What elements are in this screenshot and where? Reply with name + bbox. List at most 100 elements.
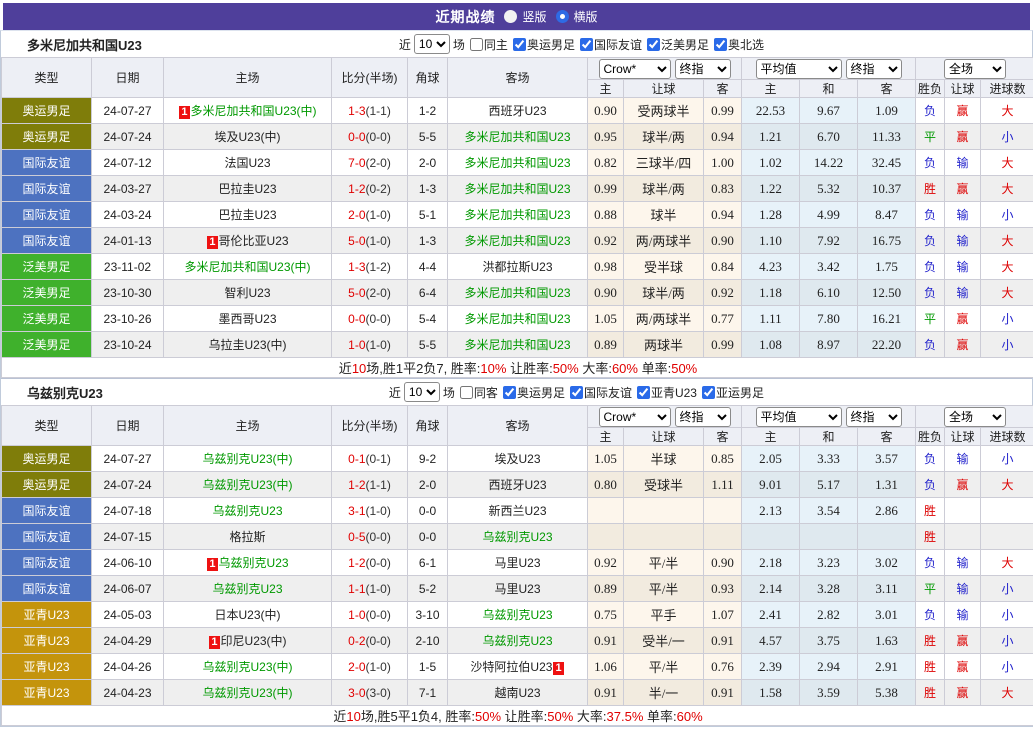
comp-checkbox-1[interactable] — [503, 386, 516, 399]
match-row: 国际友谊24-07-15格拉斯0-5(0-0)0-0乌兹别克U23胜 — [2, 524, 1033, 550]
date-cell: 24-04-23 — [92, 680, 164, 706]
bookmaker-select[interactable]: Crow* — [599, 407, 671, 427]
match-row: 泛美男足23-11-02多米尼加共和国U23(中)1-3(1-2)4-4洪都拉斯… — [2, 254, 1033, 280]
halftime-score: (0-0) — [366, 608, 391, 622]
handicap-line-cell: 平/半 — [624, 576, 704, 602]
team-name-text: 乌兹别克U23(中) — [202, 660, 292, 674]
result-goals-cell: 大 — [981, 472, 1033, 498]
sub-home-odds: 主 — [588, 428, 624, 446]
result-goals-cell: 小 — [981, 654, 1033, 680]
rank-badge: 1 — [207, 558, 217, 571]
result-outcome-cell: 负 — [916, 332, 945, 358]
score-cell: 7-0(2-0) — [332, 150, 408, 176]
home-team-cell: 智利U23 — [164, 280, 332, 306]
sub-avg-draw: 和 — [800, 428, 858, 446]
layout-radio-horizontal[interactable]: 横版 — [556, 8, 598, 25]
avg-draw-cell: 2.94 — [800, 654, 858, 680]
col-corner: 角球 — [408, 406, 448, 446]
team-name-text: 法国U23 — [224, 156, 270, 170]
team-name-text: 沙特阿拉伯U23 — [470, 660, 552, 674]
scope-select[interactable]: 全场 — [944, 407, 1006, 427]
home-team-cell: 埃及U23(中) — [164, 124, 332, 150]
avg-away-cell — [858, 524, 916, 550]
home-team-cell: 乌兹别克U23 — [164, 576, 332, 602]
summary-value: 10% — [480, 361, 506, 376]
comp-checkbox-4[interactable] — [714, 38, 727, 51]
date-cell: 24-07-18 — [92, 498, 164, 524]
team-section-2: 乌兹别克U23 近 10 场 同客 奥运男足 国际友谊 亚青U23 亚运男足 — [1, 378, 1032, 726]
rank-badge: 1 — [209, 636, 219, 649]
sub-goals: 进球数 — [981, 428, 1033, 446]
matches-table: 类型 日期 主场 比分(半场) 角球 客场 Crow*终指 平均值终指 全场 — [1, 57, 1033, 378]
summary-value: 50% — [671, 361, 697, 376]
avg-home-cell — [742, 524, 800, 550]
score-cell: 0-5(0-0) — [332, 524, 408, 550]
comp-checkbox-1[interactable] — [513, 38, 526, 51]
away-team-cell: 埃及U23 — [448, 446, 588, 472]
avg-time-select[interactable]: 终指 — [846, 407, 902, 427]
avg-draw-cell: 3.59 — [800, 680, 858, 706]
sub-handicap: 让球 — [624, 428, 704, 446]
fulltime-score: 0-1 — [348, 452, 365, 466]
result-outcome-cell: 负 — [916, 254, 945, 280]
home-team-cell: 乌拉圭U23(中) — [164, 332, 332, 358]
halftime-score: (0-1) — [366, 452, 391, 466]
halftime-score: (2-0) — [366, 156, 391, 170]
score-cell: 2-0(1-0) — [332, 202, 408, 228]
avg-away-cell: 22.20 — [858, 332, 916, 358]
same-home-checkbox[interactable] — [470, 38, 483, 51]
team-name-text: 埃及U23 — [494, 452, 540, 466]
handicap-line-cell: 平/半 — [624, 550, 704, 576]
result-goals-cell: 小 — [981, 332, 1033, 358]
result-outcome-cell: 负 — [916, 446, 945, 472]
corner-cell: 3-10 — [408, 602, 448, 628]
handicap-away-odds-cell: 0.92 — [704, 280, 742, 306]
result-outcome-cell: 胜 — [916, 498, 945, 524]
fulltime-score: 1-0 — [348, 608, 365, 622]
radio-vertical-label: 竖版 — [522, 8, 546, 25]
avg-draw-cell: 3.33 — [800, 446, 858, 472]
sub-avg-away: 客 — [858, 80, 916, 98]
avg-type-select[interactable]: 平均值 — [756, 59, 842, 79]
avg-time-select[interactable]: 终指 — [846, 59, 902, 79]
comp-checkbox-3[interactable] — [647, 38, 660, 51]
same-away-checkbox[interactable] — [460, 386, 473, 399]
filter-bar: 近 10 场 同客 奥运男足 国际友谊 亚青U23 亚运男足 — [389, 382, 764, 402]
radio-checked-icon[interactable] — [556, 10, 569, 23]
handicap-home-odds-cell: 0.82 — [588, 150, 624, 176]
home-team-cell: 格拉斯 — [164, 524, 332, 550]
comp-checkbox-2[interactable] — [570, 386, 583, 399]
team-name-text: 日本U23(中) — [214, 608, 280, 622]
radio-unchecked-icon[interactable] — [504, 10, 517, 23]
comp-checkbox-3[interactable] — [637, 386, 650, 399]
match-row: 奥运男足24-07-24乌兹别克U23(中)1-2(1-1)2-0西班牙U230… — [2, 472, 1033, 498]
result-outcome-cell: 胜 — [916, 524, 945, 550]
home-team-cell: 1乌兹别克U23 — [164, 550, 332, 576]
odds-time-select[interactable]: 终指 — [675, 407, 731, 427]
home-team-cell: 墨西哥U23 — [164, 306, 332, 332]
fulltime-score: 2-0 — [348, 208, 365, 222]
avg-type-select[interactable]: 平均值 — [756, 407, 842, 427]
team-name-text: 多米尼加共和国U23(中) — [184, 260, 310, 274]
match-type-cell: 亚青U23 — [2, 680, 92, 706]
match-count-select[interactable]: 10 — [404, 382, 440, 402]
odds-time-select[interactable]: 终指 — [675, 59, 731, 79]
corner-cell: 2-0 — [408, 150, 448, 176]
layout-radio-vertical[interactable]: 竖版 — [504, 8, 546, 25]
team-name-text: 乌兹别克U23(中) — [202, 452, 292, 466]
scope-select[interactable]: 全场 — [944, 59, 1006, 79]
result-handicap-cell: 赢 — [945, 306, 981, 332]
match-row: 奥运男足24-07-27乌兹别克U23(中)0-1(0-1)9-2埃及U231.… — [2, 446, 1033, 472]
result-goals-cell — [981, 524, 1033, 550]
handicap-away-odds-cell: 0.90 — [704, 550, 742, 576]
avg-away-cell: 1.09 — [858, 98, 916, 124]
comp-checkbox-2[interactable] — [580, 38, 593, 51]
away-team-cell: 多米尼加共和国U23 — [448, 124, 588, 150]
halftime-score: (1-0) — [366, 208, 391, 222]
bookmaker-select[interactable]: Crow* — [599, 59, 671, 79]
match-count-select[interactable]: 10 — [414, 34, 450, 54]
comp-checkbox-4[interactable] — [702, 386, 715, 399]
halftime-score: (3-0) — [366, 686, 391, 700]
result-outcome-cell: 负 — [916, 150, 945, 176]
home-team-cell: 乌兹别克U23(中) — [164, 446, 332, 472]
